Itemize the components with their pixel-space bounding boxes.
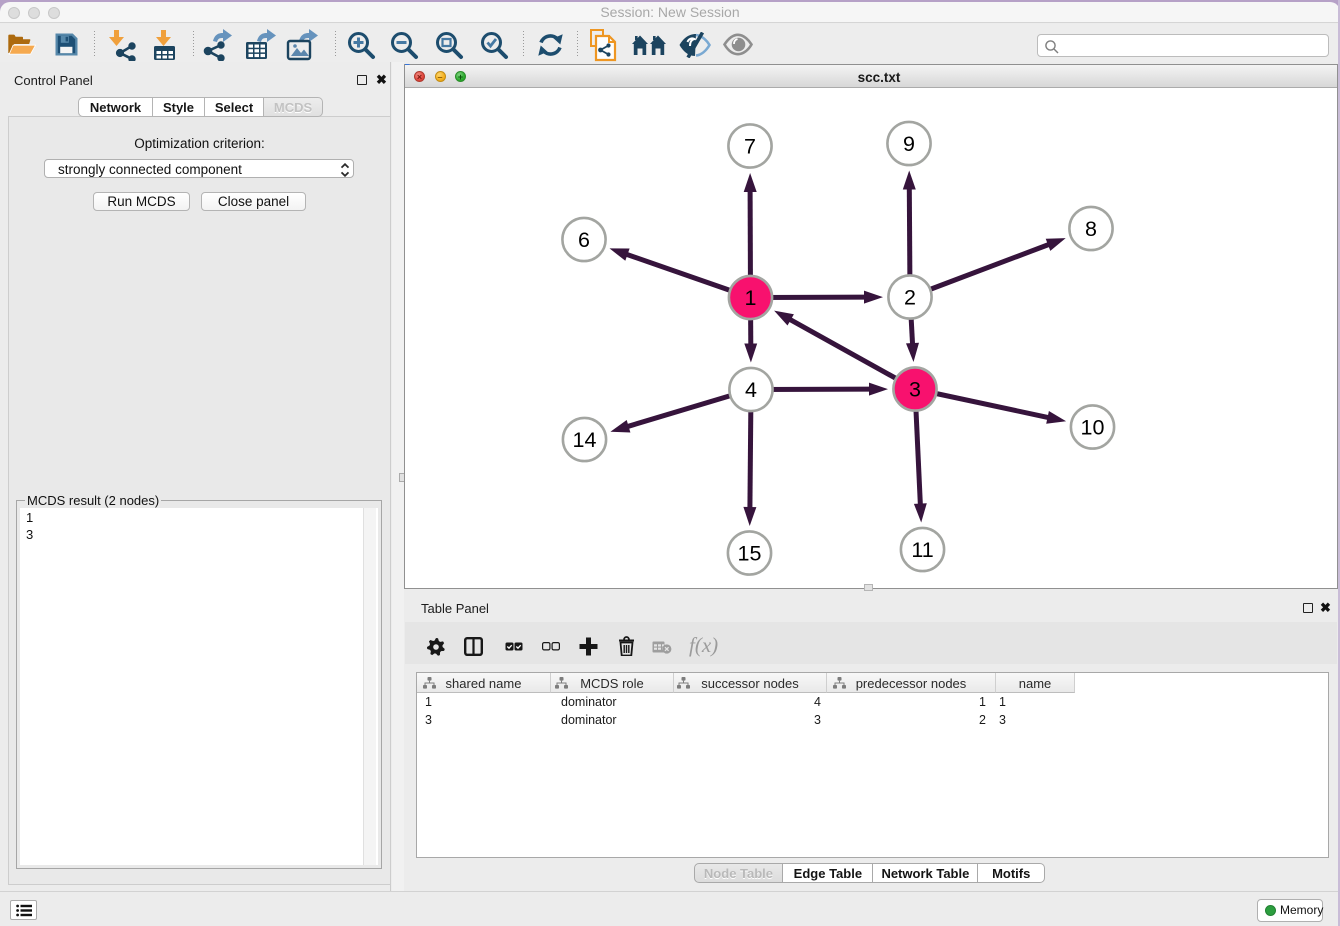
svg-text:10: 10 (1081, 416, 1105, 440)
svg-text:15: 15 (738, 542, 762, 566)
svg-text:4: 4 (745, 378, 757, 402)
svg-text:6: 6 (578, 228, 590, 252)
svg-text:3: 3 (909, 378, 921, 402)
svg-text:1: 1 (745, 286, 757, 310)
svg-text:9: 9 (903, 132, 915, 156)
svg-text:11: 11 (911, 538, 933, 562)
svg-text:8: 8 (1085, 217, 1097, 241)
svg-text:7: 7 (744, 135, 756, 159)
svg-text:2: 2 (904, 286, 916, 310)
svg-text:14: 14 (573, 428, 597, 452)
